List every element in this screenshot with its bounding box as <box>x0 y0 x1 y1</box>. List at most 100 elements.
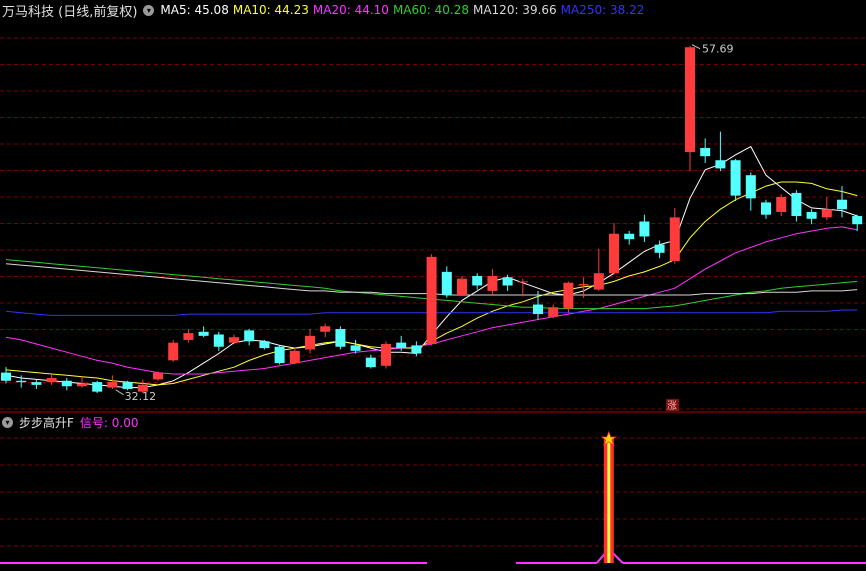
candle-body <box>381 344 391 366</box>
candle-body <box>563 282 574 309</box>
candle[interactable] <box>548 304 559 319</box>
candle[interactable] <box>244 329 255 346</box>
ma-legend: MA5: 45.08 MA10: 44.23 MA20: 44.10 MA60: 40… <box>160 3 648 17</box>
candle[interactable] <box>411 341 422 357</box>
candle-body <box>821 209 832 218</box>
candle-body <box>593 273 604 290</box>
candle[interactable] <box>168 339 179 362</box>
chevron-down-icon[interactable]: ▾ <box>2 416 13 428</box>
candle-body <box>852 216 863 225</box>
candle-body <box>837 199 847 210</box>
candle-body <box>502 277 513 286</box>
candle[interactable] <box>335 326 346 350</box>
candle[interactable] <box>639 214 650 242</box>
candle[interactable] <box>441 266 452 298</box>
candle[interactable] <box>274 345 285 365</box>
candle[interactable] <box>183 329 194 343</box>
ma-legend-item: MA10: 44.23 <box>232 3 309 17</box>
candle[interactable] <box>457 275 467 297</box>
candle[interactable] <box>289 348 300 365</box>
candle-body <box>274 346 285 364</box>
candle[interactable] <box>365 354 376 369</box>
candle-body <box>411 345 422 354</box>
candle-body <box>46 378 57 383</box>
candle-body <box>487 275 498 291</box>
signal-bar-core <box>607 438 611 563</box>
candle-body <box>806 211 817 219</box>
candle[interactable] <box>791 190 802 222</box>
candle[interactable] <box>472 273 483 290</box>
ma-legend-item: MA60: 40.28 <box>392 3 469 17</box>
candle[interactable] <box>153 371 163 381</box>
candle-body <box>259 341 270 349</box>
candle-body <box>654 244 665 253</box>
candle-body <box>92 382 103 392</box>
candle[interactable] <box>198 326 209 338</box>
candle[interactable] <box>229 334 239 345</box>
indicator-header: ▾ 步步高升F 信号: 0.00 <box>2 413 138 431</box>
candle-body <box>472 275 483 286</box>
candle[interactable] <box>426 254 437 346</box>
candle-body <box>533 304 543 315</box>
stock-chart: 57.69 32.12 涨 <box>0 37 866 564</box>
candle-body <box>305 335 315 350</box>
candle[interactable] <box>61 378 72 391</box>
candle[interactable] <box>669 207 680 264</box>
chevron-down-icon[interactable]: ▾ <box>143 4 155 16</box>
candle-body <box>335 329 346 347</box>
candle[interactable] <box>806 209 817 225</box>
candle-body <box>669 217 680 261</box>
candle-body <box>791 192 802 217</box>
stock-title: 万马科技 (日线,前复权) <box>2 4 138 20</box>
candles[interactable] <box>1 45 863 394</box>
ma-legend-item: MA20: 44.10 <box>312 3 389 17</box>
candle[interactable] <box>259 339 270 350</box>
candle[interactable] <box>715 131 726 172</box>
candle-body <box>426 256 437 345</box>
candle[interactable] <box>1 367 11 384</box>
candle-body <box>715 160 726 169</box>
candle[interactable] <box>700 138 711 163</box>
candle[interactable] <box>320 323 331 338</box>
candle[interactable] <box>107 375 118 389</box>
candle[interactable] <box>46 373 57 385</box>
candle-body <box>350 345 361 351</box>
candle[interactable] <box>305 329 315 354</box>
candle[interactable] <box>624 231 635 245</box>
candle[interactable] <box>92 380 103 394</box>
candle-body <box>700 147 711 157</box>
candle[interactable] <box>563 281 574 313</box>
candle[interactable] <box>776 194 787 217</box>
candle-body <box>213 334 224 347</box>
candle[interactable] <box>487 269 498 296</box>
main-grid <box>0 37 866 410</box>
chart-stage: 57.69 32.12 涨 万马科技 (日线,前复权) ▾ MA5: 45.08… <box>0 0 866 567</box>
indicator-panel <box>0 430 866 564</box>
candle-body <box>31 382 42 385</box>
candle[interactable] <box>609 222 619 275</box>
candle-body <box>365 357 376 368</box>
candle-body <box>168 342 179 361</box>
candle[interactable] <box>730 158 741 202</box>
candle-body <box>77 383 87 387</box>
candle-body <box>198 331 209 336</box>
candle-body <box>730 160 741 196</box>
candle-body <box>396 342 407 349</box>
candle[interactable] <box>745 172 756 211</box>
candle[interactable] <box>381 341 391 369</box>
candle-body <box>244 330 255 342</box>
candle-body <box>548 307 559 317</box>
candle-body <box>776 196 787 212</box>
ma-legend-item: MA120: 39.66 <box>472 3 557 17</box>
candle[interactable] <box>502 274 513 291</box>
candle-body <box>609 233 619 274</box>
candle[interactable] <box>593 248 604 291</box>
candle[interactable] <box>685 45 695 172</box>
candle-body <box>289 350 300 364</box>
candle[interactable] <box>213 331 224 351</box>
candle-body <box>229 337 239 343</box>
candle[interactable] <box>31 379 42 389</box>
limit-up-marker: 涨 <box>667 400 677 412</box>
candle[interactable] <box>761 199 771 219</box>
candle-body <box>639 221 650 237</box>
